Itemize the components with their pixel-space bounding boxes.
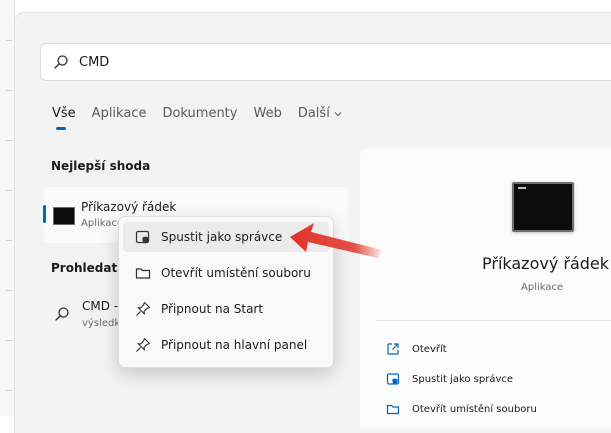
desktop-edge (0, 0, 15, 416)
action-label: Spustit jako správce (412, 373, 514, 385)
app-preview-pane: Příkazový řádek Aplikace Otevřít Spustit… (360, 148, 611, 428)
result-title: Příkazový řádek (81, 200, 177, 214)
web-result-title: CMD - (82, 299, 119, 313)
pin-icon (136, 301, 151, 316)
pin-icon (136, 337, 151, 352)
menu-item-label: Otevřít umístění souboru (161, 266, 311, 280)
action-label: Otevřít umístění souboru (412, 403, 537, 415)
ruler-tick (6, 340, 12, 341)
tab-more[interactable]: Další (298, 106, 342, 121)
command-prompt-icon (512, 182, 574, 232)
menu-item-label: Připnout na Start (161, 302, 264, 316)
tab-label: Dokumenty (162, 106, 238, 121)
search-box[interactable]: CMD (40, 43, 611, 81)
ruler-tick (6, 90, 12, 91)
tab-apps[interactable]: Aplikace (92, 106, 147, 121)
tab-label: Web (253, 106, 282, 121)
tab-label: Další (297, 106, 330, 121)
action-open-file-location[interactable]: Otevřít umístění souboru (386, 402, 537, 416)
tab-label: Aplikace (91, 106, 147, 121)
shield-admin-icon (135, 230, 150, 244)
best-match-heading: Nejlepší shoda (51, 159, 151, 173)
ruler-tick (6, 240, 12, 241)
ruler-tick (6, 190, 12, 191)
menu-item-label: Spustit jako správce (161, 230, 283, 244)
selection-indicator (43, 205, 46, 223)
menu-item-pin-to-start[interactable]: Připnout na Start (123, 294, 329, 324)
action-run-as-admin[interactable]: Spustit jako správce (386, 372, 513, 386)
divider (376, 320, 611, 321)
preview-title: Příkazový řádek (482, 254, 610, 273)
folder-icon (386, 404, 400, 415)
menu-item-pin-to-taskbar[interactable]: Připnout na hlavní panel (123, 330, 329, 360)
action-open[interactable]: Otevřít (386, 342, 447, 356)
ruler-tick (6, 140, 12, 141)
ruler-tick (6, 290, 12, 291)
red-arrow-pointer (290, 223, 382, 258)
preview-type: Aplikace (521, 282, 564, 293)
open-icon (387, 343, 399, 355)
shield-admin-icon (386, 373, 400, 385)
folder-icon (135, 268, 151, 279)
tab-documents[interactable]: Dokumenty (162, 106, 237, 121)
ruler-tick (6, 390, 12, 391)
search-input[interactable]: CMD (79, 55, 109, 70)
tab-web[interactable]: Web (253, 106, 281, 121)
ruler-tick (6, 40, 12, 41)
search-icon (54, 55, 68, 69)
tab-label: Vše (52, 106, 76, 121)
command-prompt-icon (53, 207, 75, 225)
menu-item-label: Připnout na hlavní panel (161, 338, 308, 352)
result-subtitle: Aplikace (81, 218, 124, 229)
search-icon (55, 307, 69, 321)
filter-tabs: Vše Aplikace Dokumenty Web Další (52, 106, 342, 130)
web-result-subtitle: výsledk (82, 318, 121, 329)
chevron-down-icon (334, 111, 342, 116)
tab-all[interactable]: Vše (52, 106, 76, 130)
action-label: Otevřít (412, 343, 447, 355)
